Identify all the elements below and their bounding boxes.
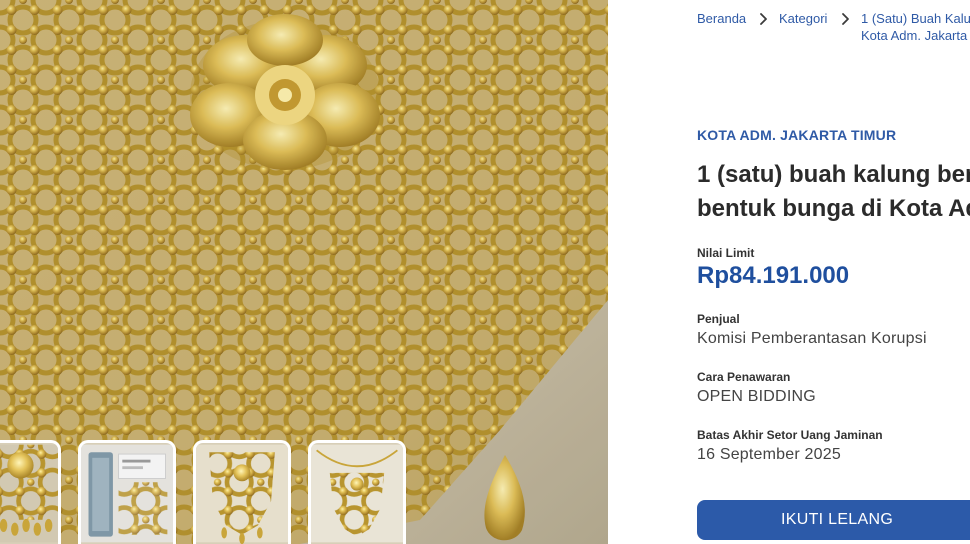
listing-title-line2: bentuk bunga di Kota Ad — [697, 195, 970, 222]
necklace-closeup-thumbnail[interactable] — [0, 440, 61, 544]
necklace-full-view-thumbnail[interactable] — [193, 440, 291, 544]
join-auction-button[interactable]: IKUTI LELANG — [697, 500, 970, 540]
listing-title-line1: 1 (satu) buah kalung berv — [697, 161, 970, 188]
seller-value: Komisi Pemberantasan Korupsi — [697, 330, 927, 347]
listing-title: 1 (satu) buah kalung berv bentuk bunga d… — [697, 158, 970, 226]
bidding-method-label: Cara Penawaran — [697, 370, 791, 384]
limit-price: Rp84.191.000 — [697, 262, 850, 289]
listing-detail-panel: Beranda Kategori 1 (Satu) Buah Kalun Kot… — [608, 0, 970, 544]
deposit-deadline-label: Batas Akhir Setor Uang Jaminan — [697, 428, 883, 442]
breadcrumb-current-line2: Kota Adm. Jakarta — [861, 28, 968, 43]
breadcrumb-current-line1: 1 (Satu) Buah Kalun — [861, 11, 970, 26]
chevron-right-icon — [839, 11, 853, 27]
deposit-deadline-value: 16 September 2025 — [697, 446, 841, 463]
packaged-necklace-thumbnail[interactable] — [78, 440, 176, 544]
necklace-flat-lay-thumbnail[interactable] — [308, 440, 406, 544]
chevron-right-icon — [757, 11, 771, 27]
seller-label: Penjual — [697, 312, 740, 326]
product-gallery — [0, 0, 608, 544]
bidding-method-value: OPEN BIDDING — [697, 388, 816, 405]
breadcrumb-home-link[interactable]: Beranda — [697, 10, 746, 27]
breadcrumb-category-link[interactable]: Kategori — [779, 10, 827, 27]
limit-label: Nilai Limit — [697, 246, 755, 260]
listing-region: KOTA ADM. JAKARTA TIMUR — [697, 127, 897, 143]
